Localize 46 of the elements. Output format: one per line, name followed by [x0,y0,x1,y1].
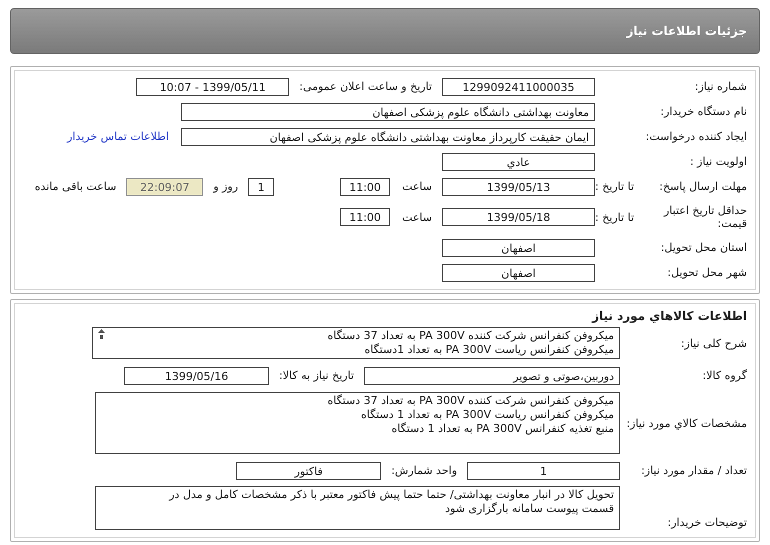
field-label: حداقل تاریخ اعتبار قیمت: [662,204,747,230]
field-label: توضیحات خریدار: [668,516,747,529]
text-area[interactable]: میکروفن کنفرانس شرکت کننده PA 300V به تعداد 37 دستگاه میکروفن کنفرانس ریاست PA 300V به تعداد 1دستگاه [92,327,620,359]
field-label: شماره نیاز: [694,80,747,93]
field-label: روز و [212,180,240,193]
input-field[interactable]: اصفهان [442,264,595,282]
input-field[interactable]: 11:00 [340,178,390,196]
countdown-field: 22:09:07 [126,178,204,196]
input-field[interactable]: 11:00 [340,208,390,226]
text-area[interactable]: تحویل کالا در انبار معاونت بهداشتی/ حتما حتما پیش فاکتور معتبر با ذکر مشخصات کامل و مدل در قسمت پیوست سامانه بارگزاری شود [95,486,620,530]
input-field[interactable]: عادي [442,152,595,170]
input-field[interactable]: 1 [248,178,274,196]
field-label: نام دستگاه خریدار: [660,105,747,118]
section-title: اطلاعات کالاهاي مورد نیاز [590,308,748,325]
field-label: اولویت نیاز : [690,155,747,168]
field-label: مهلت ارسال پاسخ: [659,180,747,193]
input-field[interactable]: 1399/05/18 [442,208,595,226]
field-label: تا تاریخ : [595,210,634,224]
input-field[interactable]: 1399/05/11 - 10:07 [136,78,290,96]
input-field[interactable]: 1399/05/16 [124,366,270,384]
scroll-arrow-icon[interactable] [98,329,105,339]
field-label: شرح کلی نیاز: [680,336,747,350]
input-field[interactable]: 1399/05/13 [442,178,595,196]
field-label: مشخصات کالاي مورد نیاز: [626,416,747,430]
field-label: تا تاریخ : [595,180,634,193]
field-label: ساعت باقی مانده [34,180,118,193]
contact-link[interactable]: اطلاعات تماس خریدار [67,130,169,143]
input-field[interactable]: 1299092411000035 [442,78,595,96]
text-area[interactable]: میکروفن کنفرانس شرکت کننده PA 300V به تعداد 37 دستگاه میکروفن کنفرانس ریاست PA 300V به تعداد 1 دستگاه منبع تغذیه کنفرانس PA 300V به تعداد 1 دستگاه [95,392,620,454]
field-label: ایجاد کننده درخواست: [646,130,747,143]
input-field[interactable]: اصفهان [442,238,595,256]
input-field[interactable]: دوربین،صوتی و تصویر [364,366,620,384]
input-field[interactable]: ایمان حقیقت کارپرداز معاونت بهداشتی دانشگاه علوم پزشکی اصفهان [181,128,595,146]
field-label: ساعت [401,180,433,193]
field-label: استان محل تحویل: [660,241,747,254]
input-field[interactable]: فاکتور [236,462,382,480]
field-label: تاریخ نیاز به کالا: [278,369,355,382]
input-field[interactable]: 1 [467,462,620,480]
page-title: جزئیات اطلاعات نیاز [626,24,747,38]
field-label: گروه کالا: [702,369,747,382]
field-label: تاریخ و ساعت اعلان عمومی: [298,80,433,93]
field-label: واحد شمارش: [390,464,458,477]
input-field[interactable]: معاونت بهداشتی دانشگاه علوم پزشکی اصفهان [181,102,595,120]
field-label: ساعت [401,210,433,224]
field-label: تعداد / مقدار مورد نیاز: [641,464,747,477]
field-label: شهر محل تحویل: [667,266,747,279]
